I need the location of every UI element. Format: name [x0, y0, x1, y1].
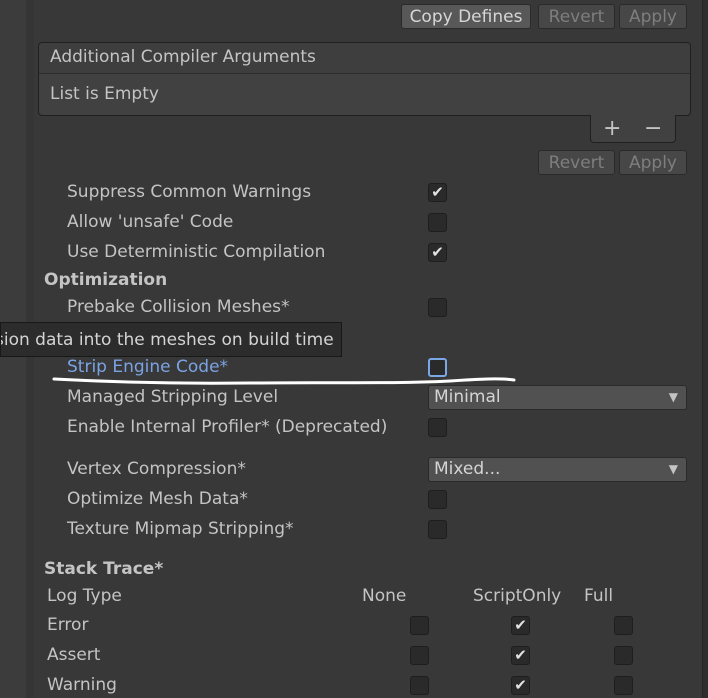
scriptonly-column-header: ScriptOnly	[473, 586, 562, 606]
error-scriptonly-checkbox[interactable]: ✔	[511, 616, 530, 635]
none-column-header: None	[362, 586, 407, 606]
warning-full-checkbox[interactable]	[614, 676, 633, 695]
allow-unsafe-checkbox[interactable]	[428, 213, 447, 232]
check-icon: ✔	[514, 616, 527, 634]
warning-none-checkbox[interactable]	[410, 676, 429, 695]
error-full-checkbox[interactable]	[614, 616, 633, 635]
assert-none-checkbox[interactable]	[410, 646, 429, 665]
apply-defines-button[interactable]: Apply	[619, 4, 687, 29]
chevron-down-icon: ▼	[668, 462, 678, 476]
managed-stripping-value: Minimal	[434, 387, 501, 407]
internal-profiler-checkbox[interactable]	[428, 418, 447, 437]
check-icon: ✔	[514, 676, 527, 694]
optimize-mesh-label: Optimize Mesh Data*	[67, 489, 248, 509]
optimize-mesh-checkbox[interactable]	[428, 490, 447, 509]
revert-defines-button[interactable]: Revert	[538, 4, 615, 29]
texture-mipmap-label: Texture Mipmap Stripping*	[67, 519, 294, 539]
tooltip-text: sion data into the meshes on build time	[0, 330, 334, 350]
deterministic-compilation-label: Use Deterministic Compilation	[67, 242, 326, 262]
managed-stripping-label: Managed Stripping Level	[67, 387, 279, 407]
allow-unsafe-label: Allow 'unsafe' Code	[67, 212, 234, 232]
annotation-stroke	[52, 377, 516, 385]
warning-scriptonly-checkbox[interactable]: ✔	[511, 676, 530, 695]
compiler-arguments-title: Additional Compiler Arguments	[50, 47, 316, 67]
internal-profiler-label: Enable Internal Profiler* (Deprecated)	[67, 417, 388, 437]
suppress-warnings-checkbox[interactable]: ✔	[428, 183, 447, 202]
add-argument-button[interactable]: +	[603, 116, 621, 141]
assert-full-checkbox[interactable]	[614, 646, 633, 665]
copy-defines-button[interactable]: Copy Defines	[401, 4, 531, 29]
suppress-warnings-label: Suppress Common Warnings	[67, 182, 312, 202]
warning-row-label: Warning	[47, 675, 117, 695]
remove-argument-button[interactable]: −	[644, 116, 662, 141]
check-icon: ✔	[514, 646, 527, 664]
right-scroll-divider[interactable]	[702, 0, 708, 698]
vertex-compression-value: Mixed...	[434, 459, 501, 479]
vertex-compression-dropdown[interactable]: Mixed... ▼	[428, 457, 687, 482]
stack-trace-section-title: Stack Trace*	[44, 559, 164, 579]
error-row-label: Error	[47, 615, 89, 635]
assert-row-label: Assert	[47, 645, 101, 665]
deterministic-compilation-checkbox[interactable]: ✔	[428, 243, 447, 262]
assert-scriptonly-checkbox[interactable]: ✔	[511, 646, 530, 665]
full-column-header: Full	[584, 586, 614, 606]
apply-arguments-button[interactable]: Apply	[619, 150, 687, 175]
revert-arguments-button[interactable]: Revert	[538, 150, 615, 175]
texture-mipmap-checkbox[interactable]	[428, 520, 447, 539]
managed-stripping-dropdown[interactable]: Minimal ▼	[428, 385, 687, 410]
vertex-compression-label: Vertex Compression*	[67, 459, 246, 479]
prebake-collision-label: Prebake Collision Meshes*	[67, 297, 290, 317]
check-icon: ✔	[431, 183, 444, 201]
prebake-collision-checkbox[interactable]	[428, 298, 447, 317]
list-empty-text: List is Empty	[50, 84, 159, 104]
check-icon: ✔	[431, 243, 444, 261]
log-type-header: Log Type	[47, 586, 122, 606]
optimization-section-title: Optimization	[44, 270, 168, 290]
tooltip: sion data into the meshes on build time	[0, 322, 342, 357]
chevron-down-icon: ▼	[668, 390, 678, 404]
error-none-checkbox[interactable]	[410, 616, 429, 635]
